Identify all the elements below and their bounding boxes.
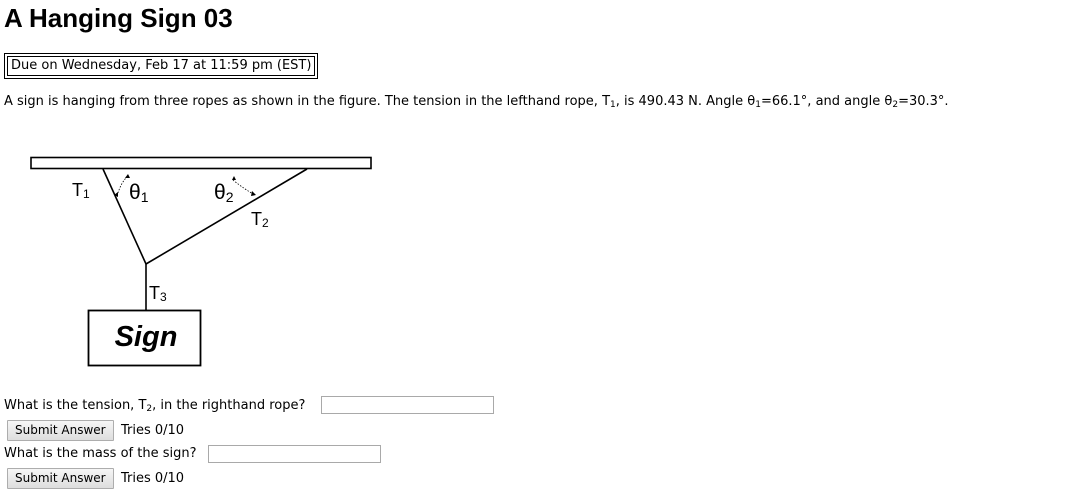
right-rope: [145, 168, 308, 265]
theta1-label: θ1: [129, 181, 149, 205]
ceiling-beam: [30, 156, 372, 170]
t1-label: T1: [72, 180, 90, 201]
problem-text-3: =66.1°, and angle θ: [760, 94, 893, 109]
question-2-text: What is the mass of the sign?: [4, 446, 197, 461]
sign-mass-answer-input[interactable]: [208, 445, 381, 463]
due-date-text: Due on Wednesday, Feb 17 at 11:59 pm (ES…: [7, 56, 316, 76]
t2-label: T2: [251, 209, 269, 230]
submit-answer-button-1[interactable]: Submit Answer: [7, 420, 114, 441]
problem-text-2: , is 490.43 N. Angle θ: [615, 94, 756, 109]
theta2-label: θ2: [214, 181, 234, 205]
t3-label: T3: [149, 283, 167, 304]
theta2-arrowhead-up: [232, 176, 236, 180]
page-title: A Hanging Sign 03: [4, 3, 233, 33]
hanging-sign-figure: T1 θ1 θ2 T2 T3 Sign: [30, 156, 372, 367]
problem-statement: A sign is hanging from three ropes as sh…: [4, 93, 949, 114]
tries-counter-1: Tries 0/10: [121, 423, 185, 438]
theta1-angle-arrow: [116, 175, 129, 197]
problem-text-1: A sign is hanging from three ropes as sh…: [4, 94, 611, 109]
tension-t2-answer-input[interactable]: [321, 396, 494, 414]
theta1-arrowhead-up: [125, 174, 130, 178]
theta2-arrowhead-right: [251, 191, 256, 196]
due-date-box: Due on Wednesday, Feb 17 at 11:59 pm (ES…: [4, 53, 319, 79]
theta2-angle-arrow: [232, 179, 254, 195]
tries-counter-2: Tries 0/10: [121, 471, 185, 486]
problem-text-4: =30.3°.: [898, 94, 949, 109]
sign-text: Sign: [115, 321, 178, 353]
question-1-text: What is the tension, T2, in the righthan…: [4, 398, 306, 414]
submit-answer-button-2[interactable]: Submit Answer: [7, 468, 114, 489]
